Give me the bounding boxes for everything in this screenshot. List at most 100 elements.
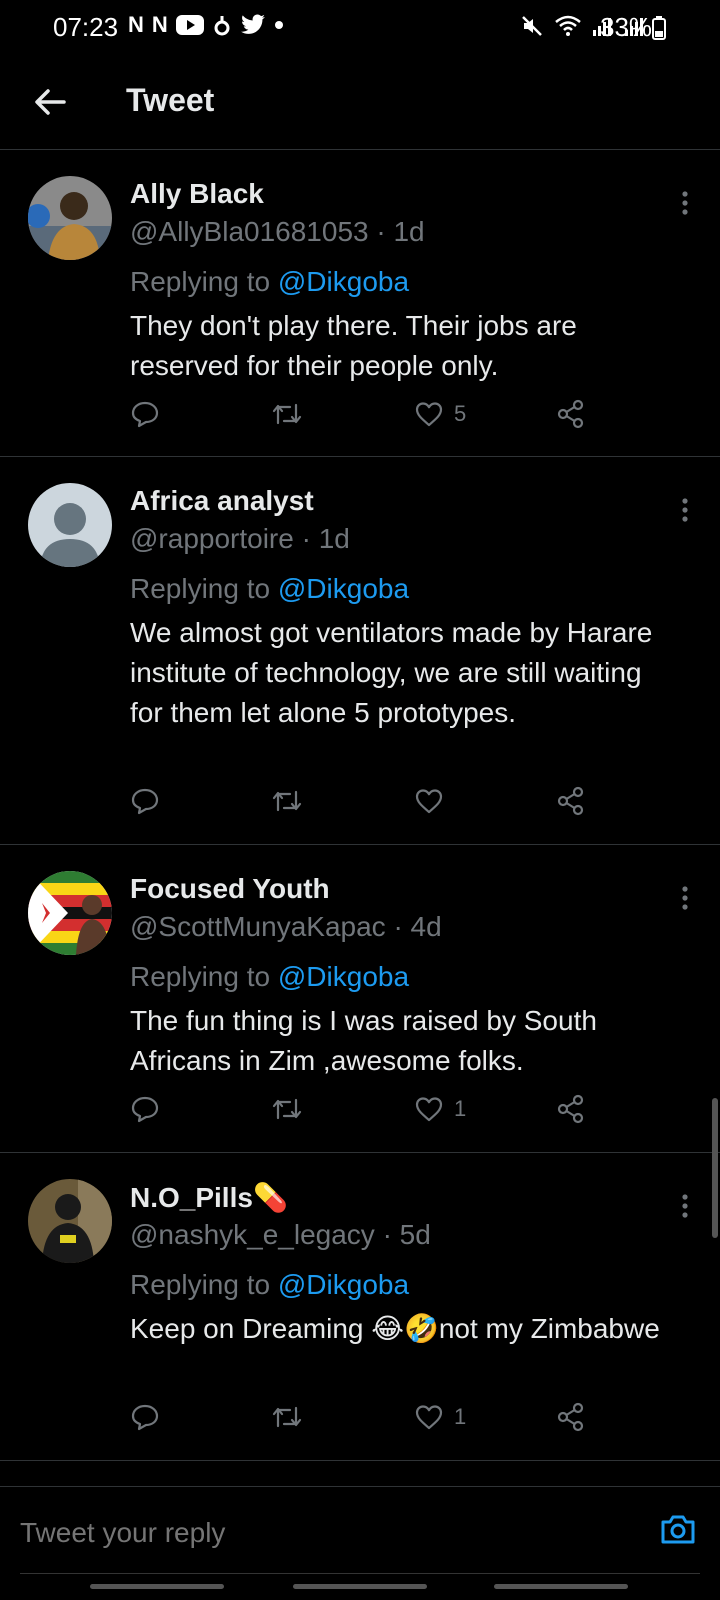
more-options-icon[interactable] — [670, 188, 700, 218]
status-time: 07:23 — [53, 12, 119, 42]
news-notification-icon: N — [128, 12, 144, 37]
retweet-button[interactable] — [270, 1089, 304, 1129]
tweet-text: Keep on Dreaming 😂🤣not my Zimbabwe — [130, 1313, 660, 1344]
heart-icon — [415, 402, 443, 427]
reply-button[interactable] — [130, 1397, 160, 1437]
heart-icon — [415, 1097, 443, 1122]
display-name[interactable]: Ally Black — [130, 178, 264, 210]
back-arrow-icon[interactable] — [30, 82, 70, 122]
like-button[interactable]: 1 — [414, 1089, 466, 1129]
tweet-actions: 1 — [130, 1397, 600, 1437]
more-options-icon[interactable] — [670, 495, 700, 525]
dot-icon — [274, 21, 283, 29]
twitter-bird-icon — [240, 14, 265, 34]
heart-icon — [415, 1405, 443, 1430]
battery-level: 33% — [600, 12, 653, 42]
status-bar: 07:23 N N 33% — [0, 0, 720, 56]
retweet-icon — [272, 403, 302, 425]
news-notification-icon-2: N — [151, 12, 168, 37]
avatar[interactable] — [28, 176, 112, 260]
mention-link[interactable]: @Dikgoba — [278, 961, 409, 992]
replying-label: Replying to — [130, 266, 271, 297]
notification-icons: N N — [128, 14, 284, 36]
replying-to: Replying to @Dikgoba — [130, 961, 409, 993]
tweet-text: The fun thing is I was raised by South A… — [130, 1005, 597, 1076]
reply-button[interactable] — [130, 394, 160, 434]
tweet-actions: 1 — [130, 1089, 600, 1129]
tweet-text: They don't play there. Their jobs are re… — [130, 310, 577, 381]
scrollbar[interactable] — [712, 1098, 718, 1238]
tweet-reply[interactable]: N.O_Pills💊 @nashyk_e_legacy · 5d Replyin… — [0, 1153, 720, 1461]
tweet-actions: 5 — [130, 394, 600, 434]
reply-icon — [131, 1404, 159, 1431]
mention-link[interactable]: @Dikgoba — [278, 266, 409, 297]
like-button[interactable] — [414, 781, 454, 821]
share-icon — [557, 1402, 584, 1432]
share-button[interactable] — [556, 1397, 586, 1437]
more-options-icon[interactable] — [670, 883, 700, 913]
retweet-button[interactable] — [270, 1397, 304, 1437]
display-name[interactable]: N.O_Pills💊 — [130, 1181, 288, 1214]
heart-icon — [415, 789, 443, 814]
share-button[interactable] — [556, 1089, 586, 1129]
like-count: 5 — [454, 401, 467, 426]
share-button[interactable] — [556, 394, 586, 434]
reply-input[interactable] — [20, 1517, 620, 1549]
more-options-icon[interactable] — [670, 1191, 700, 1221]
like-count: 1 — [454, 1404, 467, 1429]
replying-to: Replying to @Dikgoba — [130, 1269, 409, 1301]
share-icon — [557, 399, 584, 429]
page-title: Tweet — [126, 82, 215, 118]
retweet-icon — [272, 1098, 302, 1120]
display-name[interactable]: Focused Youth — [130, 873, 330, 905]
share-icon — [557, 1094, 584, 1124]
tweet-text: We almost got ventilators made by Harare… — [130, 617, 653, 728]
like-button[interactable]: 5 — [414, 394, 466, 434]
handle-and-time: @AllyBla01681053 · 1d — [130, 216, 425, 247]
retweet-icon — [272, 790, 302, 812]
avatar[interactable] — [28, 1179, 112, 1263]
mute-icon — [522, 16, 542, 36]
replying-to: Replying to @Dikgoba — [130, 266, 409, 298]
handle-and-time: @nashyk_e_legacy · 5d — [130, 1219, 431, 1250]
share-button[interactable] — [556, 781, 586, 821]
mention-link[interactable]: @Dikgoba — [278, 573, 409, 604]
nav-home-button[interactable] — [293, 1584, 427, 1589]
replying-label: Replying to — [130, 573, 271, 604]
system-nav-bar — [0, 1584, 720, 1592]
reply-icon — [131, 1096, 159, 1123]
avatar[interactable] — [28, 871, 112, 955]
app-bar: Tweet — [0, 60, 720, 150]
tweet-reply[interactable]: Ally Black @AllyBla01681053 · 1d Replyin… — [0, 150, 720, 457]
avatar[interactable] — [28, 483, 112, 567]
handle-and-time: @rapportoire · 1d — [130, 523, 350, 554]
retweet-button[interactable] — [270, 394, 304, 434]
replying-to: Replying to @Dikgoba — [130, 573, 409, 605]
nav-back-button[interactable] — [494, 1584, 628, 1589]
retweet-icon — [272, 1406, 302, 1428]
reply-divider — [20, 1573, 700, 1574]
tweet-reply[interactable]: Africa analyst @rapportoire · 1d Replyin… — [0, 457, 720, 845]
share-icon — [557, 786, 584, 816]
nav-recent-button[interactable] — [90, 1584, 224, 1589]
replying-label: Replying to — [130, 961, 271, 992]
reply-icon — [131, 401, 159, 428]
like-button[interactable]: 1 — [414, 1397, 466, 1437]
wifi-icon — [555, 15, 581, 36]
handle-and-time: @ScottMunyaKapac · 4d — [130, 911, 442, 942]
retweet-button[interactable] — [270, 781, 304, 821]
reply-icon — [131, 788, 159, 815]
app-notification-icon — [214, 16, 230, 36]
reply-button[interactable] — [130, 1089, 160, 1129]
like-count: 1 — [454, 1096, 467, 1121]
display-name[interactable]: Africa analyst — [130, 485, 314, 517]
reply-button[interactable] — [130, 781, 160, 821]
tweet-actions — [130, 781, 600, 821]
replying-label: Replying to — [130, 1269, 271, 1300]
mention-link[interactable]: @Dikgoba — [278, 1269, 409, 1300]
tweet-reply[interactable]: Focused Youth @ScottMunyaKapac · 4d Repl… — [0, 845, 720, 1153]
battery-icon — [652, 16, 666, 40]
camera-icon[interactable] — [658, 1509, 698, 1549]
youtube-icon — [175, 15, 204, 35]
reply-composer — [0, 1486, 720, 1600]
